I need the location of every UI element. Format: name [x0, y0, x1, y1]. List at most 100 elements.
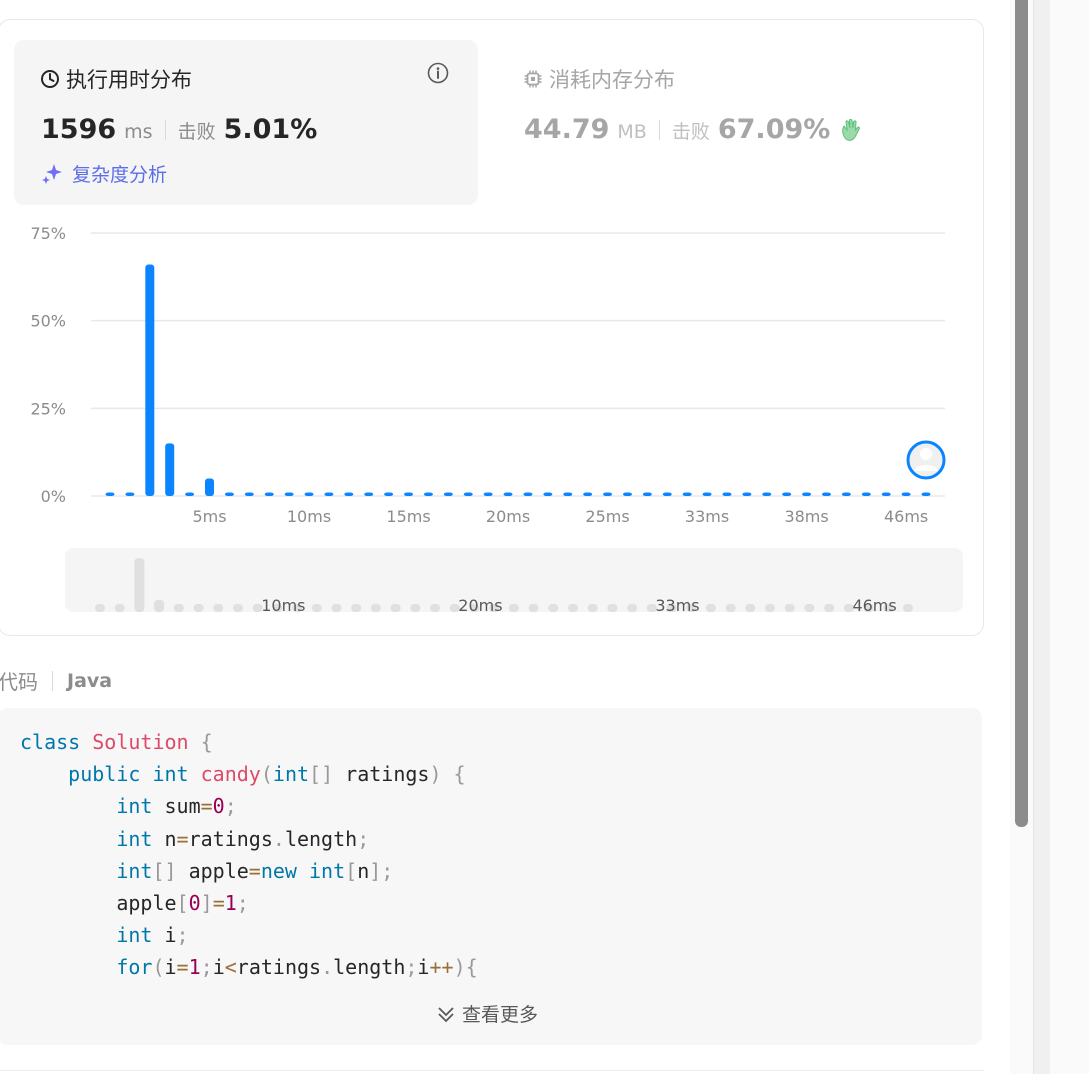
info-icon[interactable] — [427, 62, 449, 84]
scrollbar-track[interactable] — [1033, 0, 1050, 1074]
chart-bar[interactable] — [404, 492, 414, 496]
chart-bar[interactable] — [861, 492, 871, 496]
code-line: int i; — [20, 919, 478, 951]
code-token: int — [116, 858, 153, 883]
chart-bar[interactable] — [722, 492, 732, 496]
minimap-bar — [745, 604, 756, 612]
chart-bar[interactable] — [742, 492, 752, 496]
chart-bar[interactable] — [105, 492, 115, 496]
code-token: [] — [309, 762, 334, 787]
minimap-tick-label: 10ms — [261, 596, 305, 614]
minimap-tick-label: 20ms — [458, 596, 502, 614]
code-token: < — [224, 955, 237, 980]
chart-bar[interactable] — [881, 492, 891, 496]
chart-bar[interactable] — [762, 492, 772, 496]
memory-beats-label: 击败 — [671, 121, 710, 143]
clock-icon — [41, 70, 59, 88]
minimap-tick-label: 33ms — [655, 596, 699, 614]
double-chevron-down-icon — [438, 1006, 454, 1022]
minimap-bar — [351, 604, 362, 612]
code-token: class — [20, 730, 81, 754]
chart-bar[interactable] — [563, 492, 573, 496]
code-token: 0 — [188, 891, 201, 916]
show-more-button[interactable]: 查看更多 — [436, 1000, 538, 1027]
x-tick-label: 15ms — [386, 507, 430, 526]
memory-unit: MB — [617, 121, 647, 143]
x-tick-label: 5ms — [192, 507, 226, 526]
chart-bar[interactable] — [503, 492, 513, 496]
code-token: ) — [429, 762, 442, 787]
chart-bar[interactable] — [185, 492, 195, 496]
chart-bar[interactable] — [642, 492, 652, 496]
code-token: ++ — [429, 955, 454, 980]
code-content[interactable]: class Solution { public int candy(int[] … — [20, 726, 478, 984]
code-line: class Solution { — [20, 726, 478, 758]
chart-bar[interactable] — [205, 478, 215, 496]
chart-range-minimap[interactable]: 10ms 20ms 33ms 46ms — [64, 548, 964, 614]
chart-bar[interactable] — [603, 492, 613, 496]
chart-bar[interactable] — [802, 492, 812, 496]
chart-bar[interactable] — [622, 492, 632, 496]
minimap-bar — [508, 604, 519, 612]
complexity-analysis-link[interactable]: 复杂度分析 — [40, 160, 167, 187]
chart-bar[interactable] — [841, 492, 851, 496]
chart-bar[interactable] — [682, 492, 692, 496]
minimap-bar — [173, 604, 184, 612]
chart-bar[interactable] — [702, 492, 712, 496]
chart-bar[interactable] — [165, 443, 175, 496]
chart-bar[interactable] — [921, 492, 931, 496]
chart-bar[interactable] — [145, 264, 155, 496]
chart-bar[interactable] — [264, 492, 274, 496]
code-line: int n=ratings.length; — [20, 823, 478, 855]
chart-bar[interactable] — [224, 492, 234, 496]
code-token: i — [212, 955, 225, 980]
chart-bar[interactable] — [304, 492, 314, 496]
chip-icon — [524, 70, 542, 88]
chart-bar[interactable] — [244, 492, 254, 496]
memory-value: 44.79 — [524, 114, 610, 145]
code-token: i — [417, 955, 430, 980]
chart-bar[interactable] — [324, 492, 334, 496]
chart-bar[interactable] — [543, 492, 553, 496]
code-token: . — [321, 955, 334, 980]
chart-bar[interactable] — [523, 492, 533, 496]
minimap-bar — [213, 604, 224, 612]
x-tick-label: 25ms — [585, 507, 629, 526]
code-token: 1 — [224, 891, 237, 916]
minimap-bar — [903, 604, 913, 612]
chart-bar[interactable] — [423, 492, 433, 496]
chart-bar[interactable] — [344, 492, 354, 496]
chart-bar[interactable] — [821, 492, 831, 496]
avatar-marker[interactable] — [906, 440, 946, 480]
chart-bar[interactable] — [284, 492, 294, 496]
chart-bar[interactable] — [662, 492, 672, 496]
x-tick-label: 20ms — [486, 507, 530, 526]
code-line: public int candy(int[] ratings) { — [20, 758, 478, 790]
chart-bar[interactable] — [384, 492, 394, 496]
chart-bar[interactable] — [125, 492, 135, 496]
chart-bar[interactable] — [443, 492, 453, 496]
minimap-bar — [114, 604, 125, 612]
code-token: 0 — [212, 794, 225, 819]
chart-bar[interactable] — [583, 492, 593, 496]
scrollbar-thumb[interactable] — [1015, 0, 1028, 827]
code-token: { — [453, 762, 466, 787]
code-token: int — [152, 762, 189, 787]
runtime-stat-row: 1596 ms 击败 5.01% — [41, 114, 317, 145]
code-token: length — [333, 955, 406, 980]
memory-title-label: 消耗内存分布 — [549, 68, 675, 92]
code-token: ( — [152, 955, 165, 980]
chart-bar[interactable] — [483, 492, 493, 496]
chart-bar[interactable] — [364, 492, 374, 496]
code-token: = — [248, 858, 261, 883]
code-token: public — [68, 762, 141, 787]
chart-bar[interactable] — [463, 492, 473, 496]
chart-bar[interactable] — [901, 492, 911, 496]
memory-title[interactable]: 消耗内存分布 — [523, 64, 675, 94]
chart-bar[interactable] — [782, 492, 792, 496]
code-token: ; — [200, 955, 213, 980]
runtime-title[interactable]: 执行用时分布 — [40, 64, 192, 94]
y-tick-label: 0% — [41, 487, 66, 506]
